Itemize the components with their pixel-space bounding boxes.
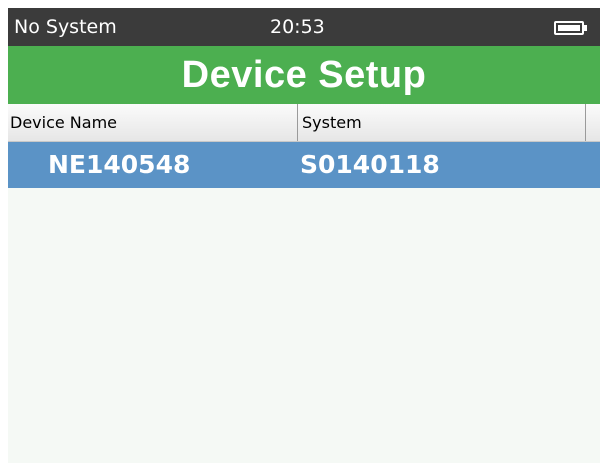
battery-tip (584, 25, 587, 31)
page-title: Device Setup (8, 46, 600, 104)
system-status-text: No System (14, 16, 117, 38)
device-name-cell: NE140548 (48, 150, 191, 179)
device-list: NE140548 S0140118 (8, 142, 600, 188)
column-header-system[interactable]: System (298, 104, 586, 141)
system-cell: S0140118 (300, 150, 440, 179)
table-header: Device Name System (8, 104, 600, 142)
status-bar: No System 20:53 (8, 8, 600, 46)
battery-icon (554, 21, 584, 35)
table-row[interactable]: NE140548 S0140118 (8, 142, 600, 188)
clock-time: 20:53 (270, 16, 325, 38)
battery-level-fill (558, 25, 580, 31)
column-header-device-name[interactable]: Device Name (8, 104, 298, 141)
device-screen: No System 20:53 Device Setup Device Name… (8, 8, 600, 463)
